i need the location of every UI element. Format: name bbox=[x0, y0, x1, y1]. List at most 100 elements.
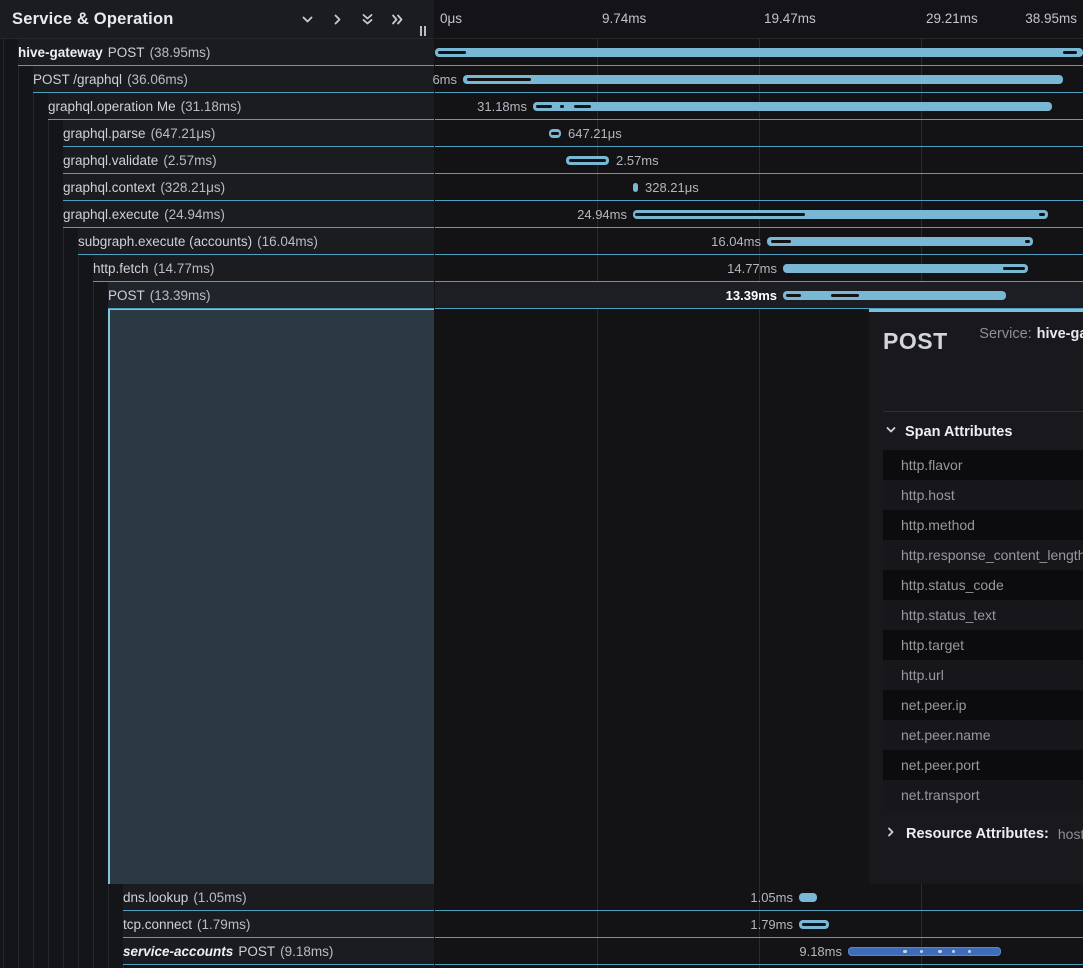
span-timeline-row[interactable]: 9.18ms bbox=[435, 938, 1083, 965]
span-tree-row: graphql.operation Me (31.18ms) bbox=[0, 93, 434, 120]
span-duration-bar[interactable] bbox=[435, 48, 1083, 57]
attribute-row: http.target"/" bbox=[883, 630, 1083, 660]
span-operation-name: POST bbox=[108, 288, 145, 303]
span-duration-text: (1.79ms) bbox=[197, 917, 250, 932]
span-timeline-row[interactable]: 647.21μs bbox=[435, 120, 1083, 147]
span-timeline-row[interactable]: 13.39ms bbox=[435, 282, 1083, 309]
span-duration-bar[interactable] bbox=[463, 75, 1063, 84]
attribute-key: net.peer.ip bbox=[901, 697, 1083, 713]
span-id-row: SpanID: 4e21998f3b82abe6 bbox=[883, 852, 1083, 871]
span-operation-name: POST bbox=[238, 944, 275, 959]
span-tree-row: graphql.parse(647.21μs) bbox=[0, 120, 434, 147]
expand-one-icon[interactable] bbox=[328, 11, 346, 29]
expand-all-icon[interactable] bbox=[388, 11, 406, 29]
attribute-key: http.method bbox=[901, 517, 1083, 533]
span-operation-name: subgraph.execute (accounts) bbox=[78, 234, 252, 249]
span-timeline-row[interactable]: 31.18ms bbox=[435, 93, 1083, 120]
span-duration-text: (36.06ms) bbox=[127, 72, 188, 87]
span-row-name-cell[interactable]: hive-gatewayPOST(38.95ms) bbox=[18, 39, 434, 66]
span-row-name-cell[interactable]: service-accountsPOST(9.18ms) bbox=[123, 938, 434, 965]
span-tree-row: tcp.connect(1.79ms) bbox=[0, 911, 434, 938]
span-row-name-cell[interactable]: graphql.parse(647.21μs) bbox=[63, 120, 434, 147]
span-detail-panel: POST Service:hive-gatewayDuration:13.39m… bbox=[869, 309, 1083, 884]
span-row-name-cell[interactable]: graphql.execute (24.94ms) bbox=[63, 201, 434, 228]
attribute-row: http.url"http://localhost:4011/" bbox=[883, 660, 1083, 690]
span-duration-bar[interactable] bbox=[783, 291, 1006, 300]
span-operation-name: POST bbox=[108, 45, 145, 60]
span-row-name-cell[interactable]: tcp.connect(1.79ms) bbox=[123, 911, 434, 938]
span-duration-bar[interactable] bbox=[783, 264, 1028, 273]
bar-duration-label: 31.18ms bbox=[477, 99, 527, 114]
resource-attributes-row[interactable]: Resource Attributes: host.arch=arm64host… bbox=[883, 825, 1083, 843]
span-attributes-table: http.flavor"1.1"http.host"localhost:4011… bbox=[883, 450, 1083, 810]
span-tree-row: graphql.context(328.21μs) bbox=[0, 174, 434, 201]
chevron-right-icon bbox=[885, 825, 897, 843]
span-row-name-cell[interactable]: POST(13.39ms) bbox=[108, 282, 434, 309]
attribute-row: net.peer.name"localhost" bbox=[883, 720, 1083, 750]
bar-duration-label: 13.39ms bbox=[726, 288, 777, 303]
span-duration-bar[interactable] bbox=[799, 893, 817, 902]
span-timeline-row[interactable]: 2.57ms bbox=[435, 147, 1083, 174]
span-tree-row: graphql.validate(2.57ms) bbox=[0, 147, 434, 174]
span-timeline-row[interactable]: 328.21μs bbox=[435, 174, 1083, 201]
span-duration-text: (14.77ms) bbox=[154, 261, 215, 276]
child-span-marker bbox=[551, 132, 559, 135]
resource-attribute-pair: host.arch=arm64 bbox=[1058, 826, 1083, 842]
span-duration-bar[interactable] bbox=[633, 183, 638, 192]
attribute-key: http.status_text bbox=[901, 607, 1083, 623]
span-duration-bar[interactable] bbox=[767, 237, 1033, 246]
attribute-key: http.response_content_length_uncompresse… bbox=[901, 547, 1083, 563]
child-span-marker bbox=[952, 950, 955, 953]
span-operation-name: graphql.operation Me bbox=[48, 99, 176, 114]
timeline-ruler: 0μs9.74ms19.47ms29.21ms38.95ms bbox=[435, 0, 1083, 39]
span-row-name-cell[interactable]: graphql.context(328.21μs) bbox=[63, 174, 434, 201]
span-attributes-toggle[interactable]: Span Attributes bbox=[883, 412, 1083, 450]
span-timeline-row[interactable]: 14.77ms bbox=[435, 255, 1083, 282]
span-timeline-row[interactable] bbox=[435, 39, 1083, 66]
collapse-one-icon[interactable] bbox=[298, 11, 316, 29]
span-timeline-row[interactable]: 1.05ms bbox=[435, 884, 1083, 911]
span-duration-bar[interactable] bbox=[533, 102, 1052, 111]
panel-resize-grip[interactable] bbox=[420, 26, 426, 36]
attribute-key: http.url bbox=[901, 667, 1083, 683]
span-row-name-cell[interactable]: subgraph.execute (accounts)(16.04ms) bbox=[78, 228, 434, 255]
span-duration-bar[interactable] bbox=[549, 129, 561, 138]
child-span-marker bbox=[903, 950, 907, 953]
span-operation-name: POST /graphql bbox=[33, 72, 122, 87]
span-operation-name: graphql.execute bbox=[63, 207, 159, 222]
child-span-marker bbox=[831, 294, 859, 297]
detail-meta-line: Service:hive-gatewayDuration:13.39msStar… bbox=[979, 326, 1083, 342]
child-span-marker bbox=[802, 923, 826, 926]
span-duration-bar[interactable] bbox=[799, 920, 829, 929]
span-timeline-row[interactable]: 24.94ms bbox=[435, 201, 1083, 228]
attribute-row: http.host"localhost:4011" bbox=[883, 480, 1083, 510]
span-row-name-cell[interactable]: POST /graphql (36.06ms) bbox=[33, 66, 434, 93]
span-duration-bar[interactable] bbox=[633, 210, 1048, 219]
span-duration-text: (24.94ms) bbox=[164, 207, 225, 222]
attribute-key: net.peer.name bbox=[901, 727, 1083, 743]
resource-attributes-title: Resource Attributes: bbox=[906, 826, 1049, 842]
span-duration-text: (31.18ms) bbox=[181, 99, 242, 114]
span-attributes-section: Span Attributes http.flavor"1.1"http.hos… bbox=[883, 411, 1083, 810]
meta-value: hive-gateway bbox=[1037, 326, 1083, 342]
span-tree-row: graphql.execute (24.94ms) bbox=[0, 201, 434, 228]
collapse-all-icon[interactable] bbox=[358, 11, 376, 29]
bar-duration-label: 6ms bbox=[432, 72, 457, 87]
trace-viewer: Service & Operation hive-gatewayPOST(38.… bbox=[0, 0, 1083, 968]
attribute-key: http.status_code bbox=[901, 577, 1083, 593]
span-timeline-row[interactable]: 1.79ms bbox=[435, 911, 1083, 938]
bar-duration-label: 14.77ms bbox=[727, 261, 777, 276]
span-duration-bar[interactable] bbox=[848, 947, 1001, 956]
span-row-name-cell[interactable]: dns.lookup(1.05ms) bbox=[123, 884, 434, 911]
span-duration-text: (2.57ms) bbox=[163, 153, 216, 168]
span-row-name-cell[interactable]: http.fetch(14.77ms) bbox=[93, 255, 434, 282]
bar-duration-label: 1.79ms bbox=[750, 917, 793, 932]
span-timeline-row[interactable]: 6ms bbox=[435, 66, 1083, 93]
span-row-name-cell[interactable]: graphql.operation Me (31.18ms) bbox=[48, 93, 434, 120]
span-duration-text: (328.21μs) bbox=[160, 180, 225, 195]
span-row-name-cell[interactable]: graphql.validate(2.57ms) bbox=[63, 147, 434, 174]
span-duration-text: (38.95ms) bbox=[150, 45, 211, 60]
span-timeline-row[interactable]: 16.04ms bbox=[435, 228, 1083, 255]
span-duration-bar[interactable] bbox=[566, 156, 609, 165]
bar-duration-label: 2.57ms bbox=[616, 153, 659, 168]
